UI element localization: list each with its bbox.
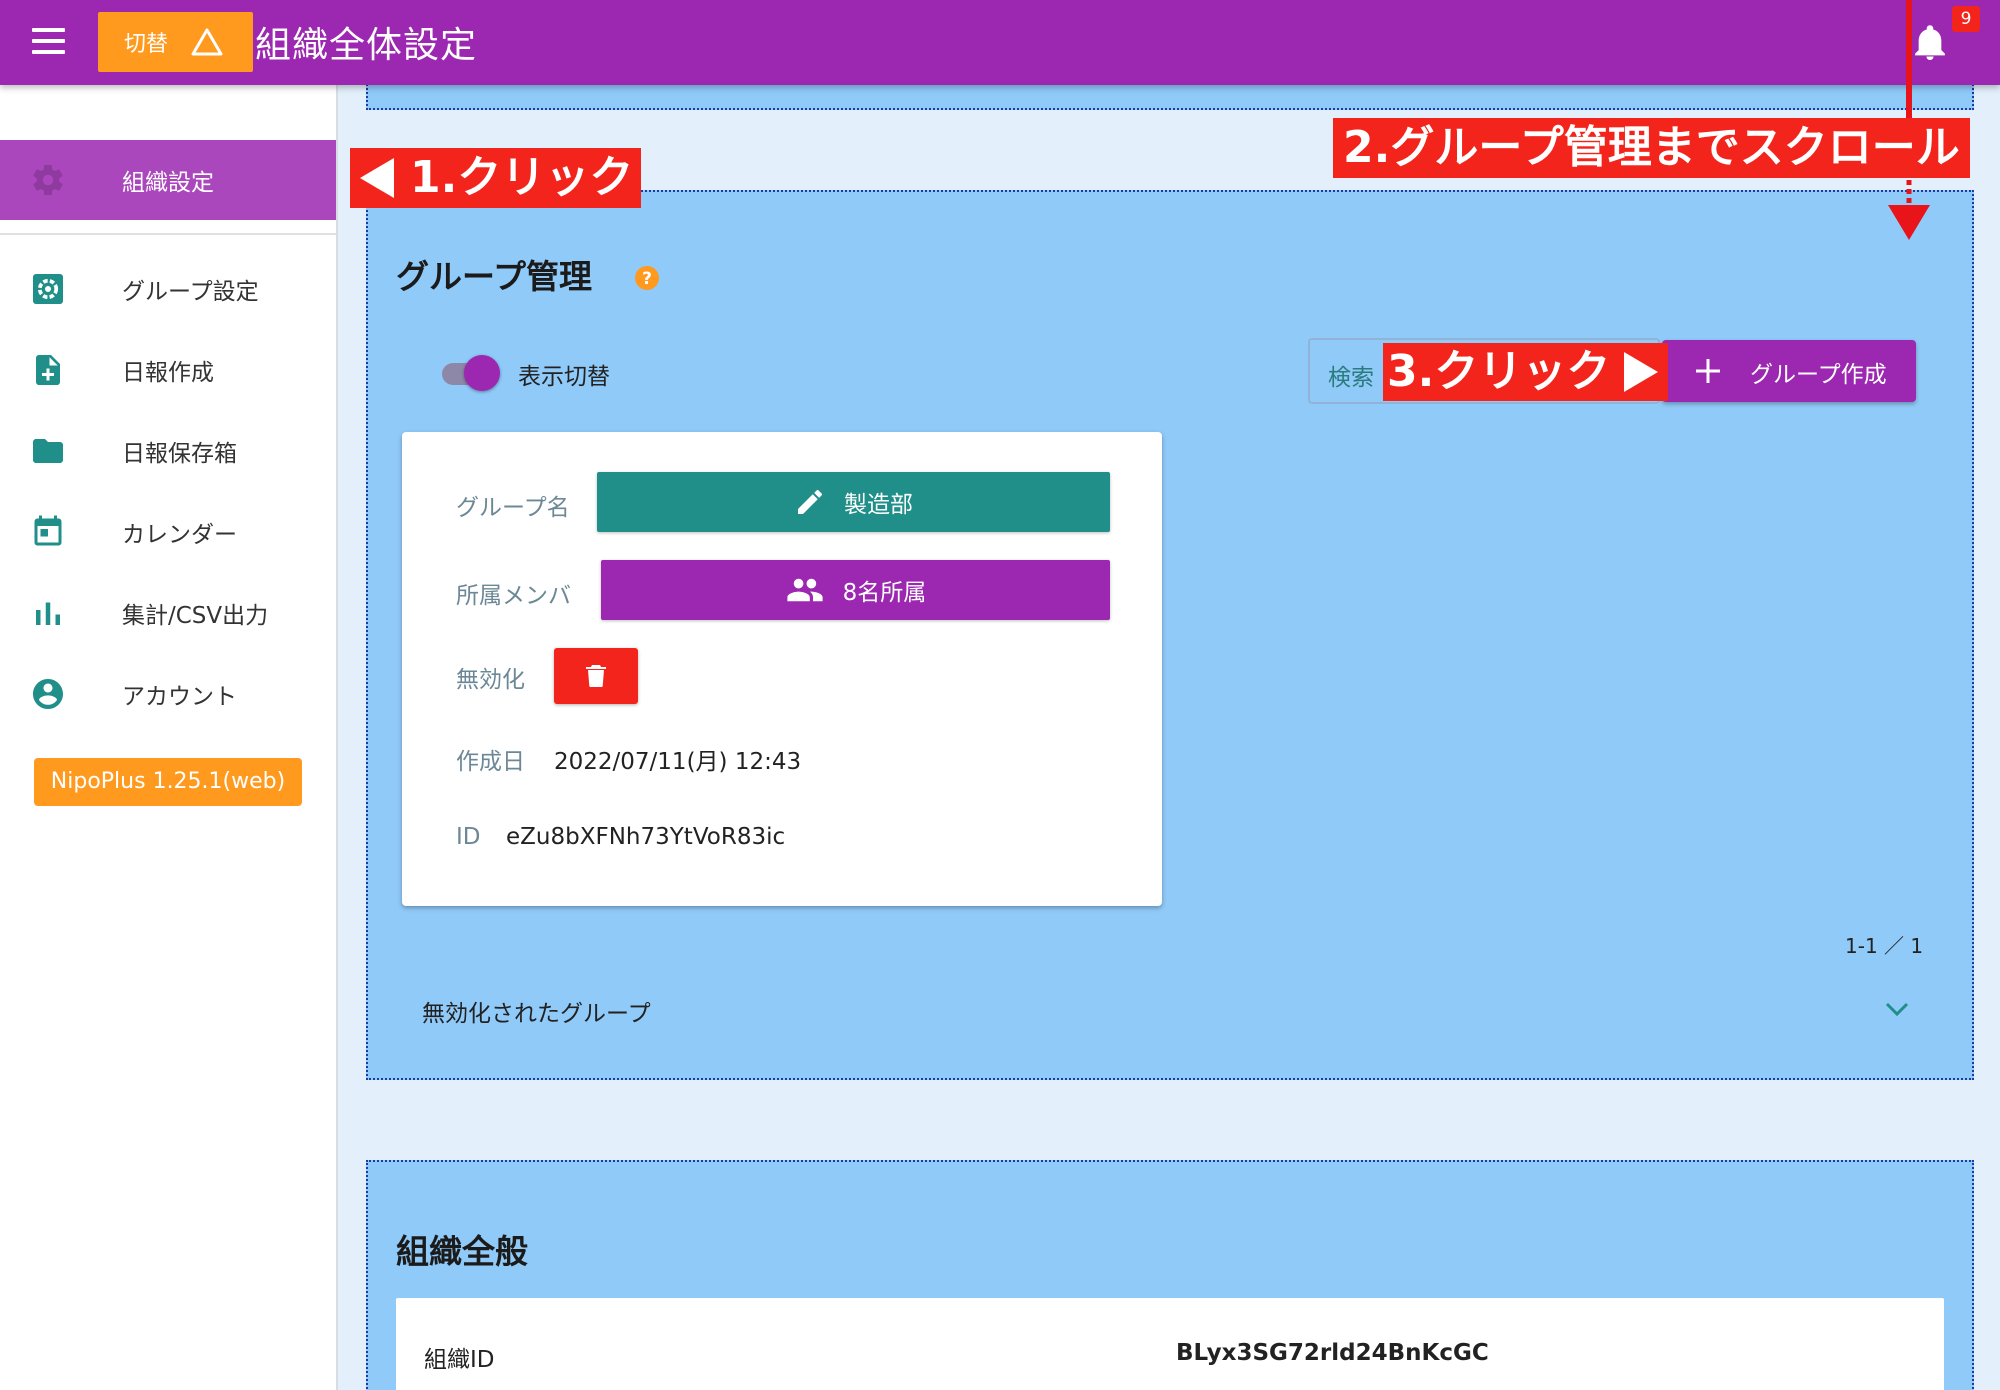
sidebar-item-csv-export[interactable]: 集計/CSV出力 bbox=[0, 573, 336, 653]
bar-chart-icon bbox=[36, 602, 60, 625]
display-toggle[interactable] bbox=[440, 355, 500, 391]
sidebar-item-label: グループ設定 bbox=[122, 279, 259, 305]
file-plus-icon bbox=[36, 355, 60, 385]
group-section-title: グループ管理 bbox=[396, 257, 593, 296]
disable-label: 無効化 bbox=[456, 667, 525, 693]
sidebar: 組織設定 グループ設定 日報作成 日報保存箱 カレンダー 集計/CSV出力 アカ… bbox=[0, 85, 338, 1390]
account-circle-icon bbox=[33, 679, 63, 709]
pencil-icon bbox=[798, 489, 823, 514]
group-id-label: ID bbox=[456, 824, 481, 850]
svg-text:?: ? bbox=[642, 269, 652, 289]
switch-button-label: 切替 bbox=[124, 32, 169, 57]
sidebar-item-label: 組織設定 bbox=[122, 170, 214, 196]
annotation-step-1: 1.クリック bbox=[350, 148, 642, 208]
chevron-down-icon[interactable] bbox=[1884, 998, 1910, 1020]
created-date-label: 作成日 bbox=[456, 749, 525, 775]
plus-icon bbox=[1696, 359, 1720, 383]
sidebar-divider bbox=[0, 233, 336, 235]
sidebar-item-label: アカウント bbox=[122, 684, 237, 710]
sidebar-item-org-settings[interactable]: 組織設定 bbox=[0, 140, 336, 220]
scroll-down-arrow-icon bbox=[1888, 0, 1930, 240]
hamburger-menu-icon[interactable] bbox=[32, 28, 65, 54]
app-bar: 切替 組織全体設定 9 bbox=[0, 0, 2000, 85]
annotation-step-2: 2.グループ管理までスクロール bbox=[1333, 118, 1970, 178]
org-id-label: 組織ID bbox=[424, 1347, 495, 1373]
pagination-text: 1-1 ／ 1 bbox=[1845, 934, 1924, 958]
group-id-value: eZu8bXFNh73YtVoR83ic bbox=[506, 824, 786, 850]
disabled-groups-expander[interactable]: 無効化されたグループ bbox=[422, 994, 651, 1028]
notification-badge: 9 bbox=[1952, 6, 1980, 32]
help-icon[interactable]: ? bbox=[634, 265, 660, 291]
annotation-step-1-text: 1.クリック bbox=[410, 152, 634, 203]
create-group-button[interactable]: グループ作成 bbox=[1662, 340, 1916, 402]
trash-icon bbox=[586, 665, 606, 687]
right-arrow-icon bbox=[1624, 352, 1659, 392]
org-section-title: 組織全般 bbox=[396, 1232, 528, 1271]
group-name-value: 製造部 bbox=[844, 492, 913, 518]
folder-icon bbox=[33, 439, 63, 463]
created-date-value: 2022/07/11(月) 12:43 bbox=[554, 749, 802, 775]
group-card: グループ名 製造部 所属メンバ 8名所属 無効化 作成日 2022/07/11(… bbox=[402, 432, 1162, 906]
sidebar-item-account[interactable]: アカウント bbox=[0, 654, 336, 734]
gear-icon bbox=[33, 165, 63, 196]
annotation-step-2-text: 2.グループ管理までスクロール bbox=[1343, 122, 1960, 173]
switch-button[interactable]: 切替 bbox=[98, 12, 253, 72]
create-group-label: グループ作成 bbox=[1750, 362, 1887, 388]
page-title: 組織全体設定 bbox=[255, 25, 478, 66]
sidebar-item-group-settings[interactable]: グループ設定 bbox=[0, 249, 336, 329]
warning-triangle-icon bbox=[191, 28, 223, 56]
members-button[interactable]: 8名所属 bbox=[601, 560, 1110, 620]
sidebar-item-create-report[interactable]: 日報作成 bbox=[0, 330, 336, 410]
sidebar-item-label: 日報保存箱 bbox=[122, 441, 237, 467]
search-label: 検索 bbox=[1328, 365, 1374, 391]
gear-box-icon bbox=[33, 274, 63, 304]
version-chip: NipoPlus 1.25.1(web) bbox=[34, 758, 302, 806]
org-id-value: BLyx3SG72rld24BnKcGC bbox=[1176, 1340, 1489, 1366]
disable-group-button[interactable] bbox=[554, 648, 638, 704]
edit-group-name-button[interactable]: 製造部 bbox=[597, 472, 1110, 532]
sidebar-item-report-storage[interactable]: 日報保存箱 bbox=[0, 411, 336, 491]
annotation-step-3: 3.クリック bbox=[1383, 343, 1669, 401]
group-name-label: グループ名 bbox=[456, 495, 570, 521]
members-label: 所属メンバ bbox=[456, 583, 571, 609]
sidebar-item-label: 集計/CSV出力 bbox=[122, 603, 269, 629]
sidebar-item-label: カレンダー bbox=[122, 522, 237, 548]
annotation-step-3-text: 3.クリック bbox=[1387, 346, 1611, 397]
sidebar-item-calendar[interactable]: カレンダー bbox=[0, 492, 336, 572]
members-value: 8名所属 bbox=[842, 580, 927, 606]
left-arrow-icon bbox=[360, 158, 394, 198]
calendar-icon bbox=[34, 515, 62, 546]
display-toggle-label: 表示切替 bbox=[518, 364, 610, 390]
people-icon bbox=[787, 578, 823, 602]
org-info-card: 組織ID BLyx3SG72rld24BnKcGC bbox=[396, 1298, 1944, 1390]
sidebar-item-label: 日報作成 bbox=[122, 360, 214, 386]
